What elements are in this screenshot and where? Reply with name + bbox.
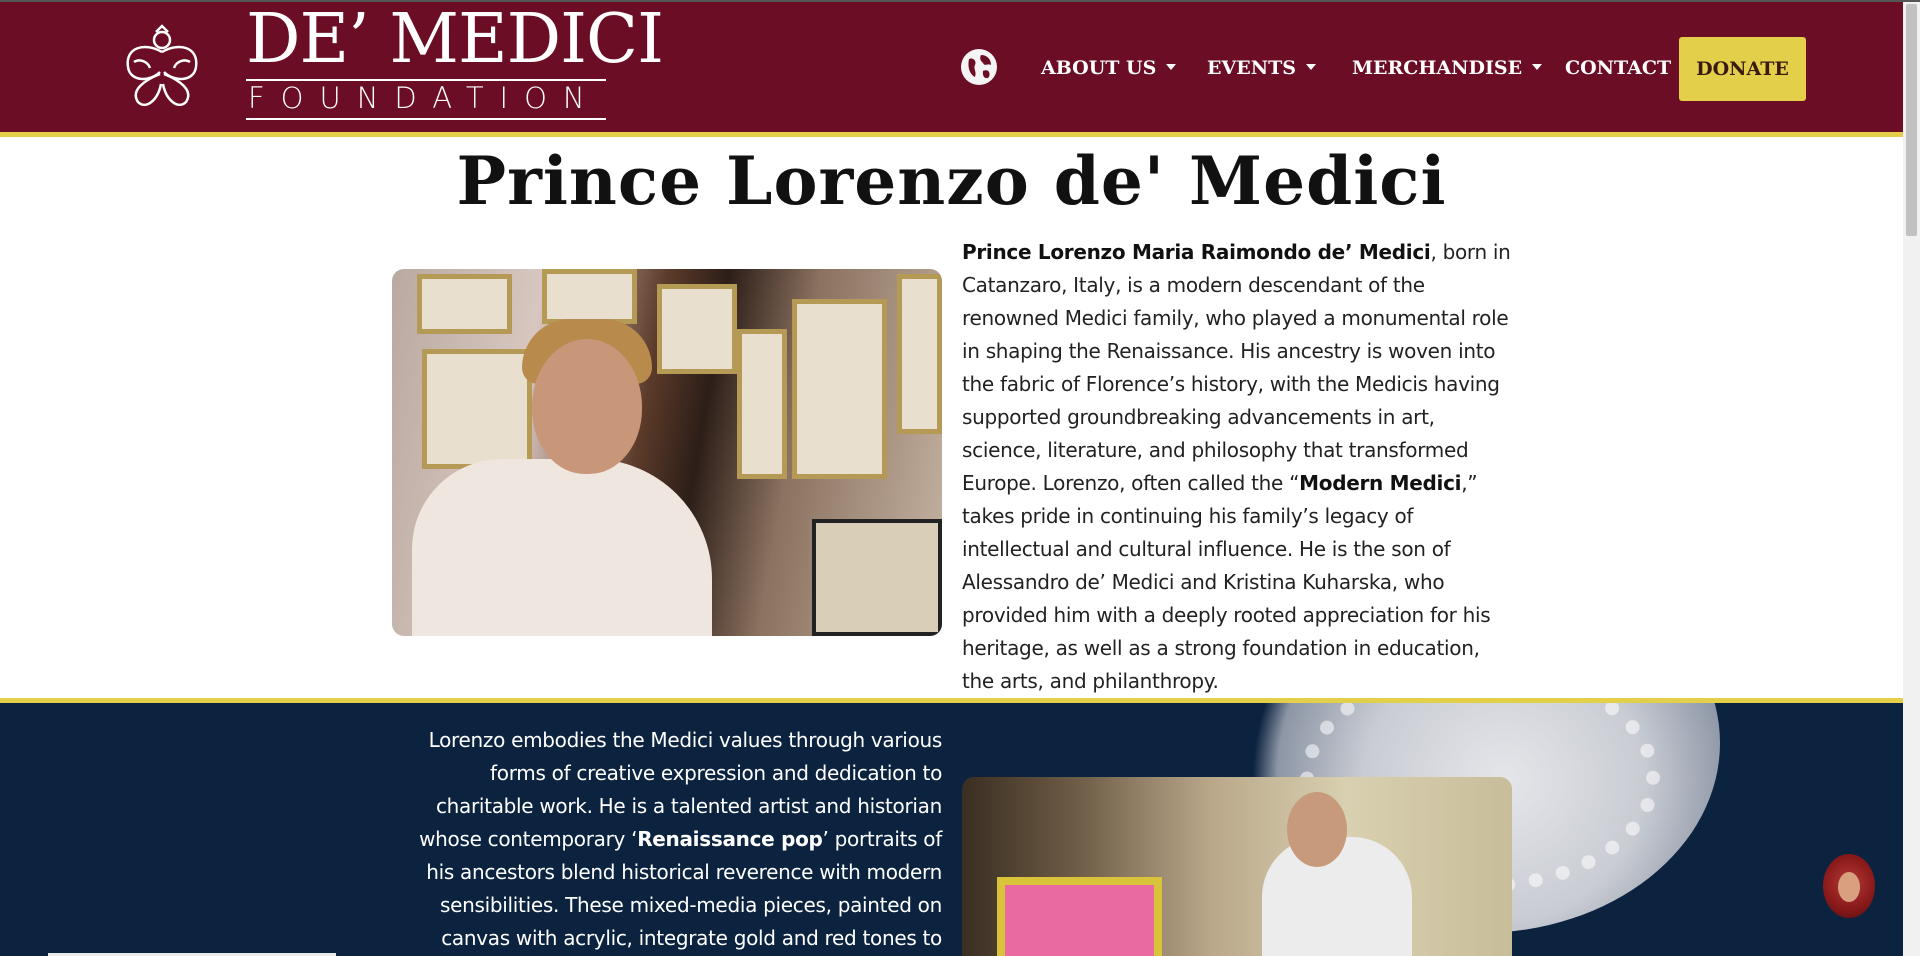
lorenzo-portrait-photo: [392, 269, 942, 636]
page-title: Prince Lorenzo de' Medici: [456, 142, 1447, 220]
nav-merchandise[interactable]: MERCHANDISE: [1352, 56, 1543, 80]
bio-highlight: Renaissance pop: [637, 827, 823, 851]
bio-nickname: Modern Medici: [1299, 471, 1462, 495]
lorenzo-studio-photo: [962, 777, 1512, 956]
nav-about-us[interactable]: ABOUT US: [1041, 56, 1177, 80]
bio-text-1a: , born in Catanzaro, Italy, is a modern …: [962, 240, 1511, 495]
chevron-down-icon: [1166, 64, 1177, 70]
nav-events-label: EVENTS: [1207, 57, 1296, 79]
bio-paragraph-2: Lorenzo embodies the Medici values throu…: [392, 724, 942, 956]
bio-paragraph-1: Prince Lorenzo Maria Raimondo de’ Medici…: [962, 236, 1514, 698]
bio-name: Prince Lorenzo Maria Raimondo de’ Medici: [962, 240, 1431, 264]
bio-text-1b: ,” takes pride in continuing his family’…: [962, 471, 1491, 693]
nav-events[interactable]: EVENTS: [1207, 56, 1316, 80]
donate-button[interactable]: DONATE: [1679, 37, 1806, 101]
nav-contact[interactable]: CONTACT: [1565, 56, 1671, 80]
nav-merchandise-label: MERCHANDISE: [1352, 57, 1523, 79]
header-gold-stripe: [0, 132, 1903, 137]
globe-icon[interactable]: [961, 49, 997, 85]
main-nav: ABOUT US EVENTS MERCHANDISE CONTACT DONA…: [0, 2, 1903, 132]
chevron-down-icon: [1532, 64, 1543, 70]
chevron-down-icon: [1305, 64, 1316, 70]
dark-section: [0, 703, 1903, 956]
scrollbar-thumb[interactable]: [1906, 4, 1917, 236]
nav-about-us-label: ABOUT US: [1041, 57, 1157, 79]
